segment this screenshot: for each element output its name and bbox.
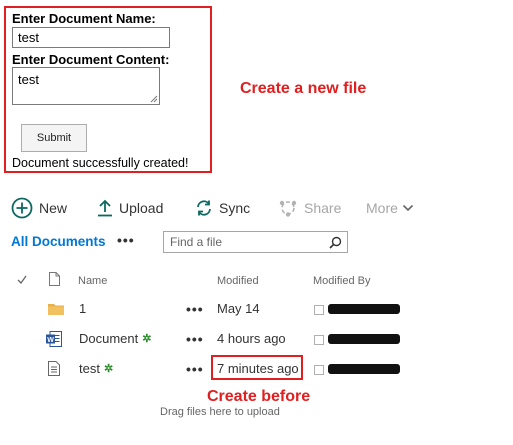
row-modified-by-checkbox[interactable] — [314, 365, 324, 375]
row-modified: 4 hours ago — [217, 331, 286, 346]
column-header-modified-by[interactable]: Modified By — [313, 275, 370, 287]
column-header-modified[interactable]: Modified — [217, 275, 259, 287]
text-file-icon — [48, 361, 60, 376]
new-label: New — [39, 200, 68, 216]
more-button[interactable]: More — [366, 200, 414, 216]
submit-button[interactable]: Submit — [21, 124, 87, 152]
view-options-button[interactable]: ••• — [117, 232, 135, 248]
share-icon — [278, 199, 298, 217]
new-button[interactable]: New — [11, 197, 67, 219]
row-actions-button[interactable]: ••• — [186, 361, 204, 377]
chevron-down-icon — [402, 203, 414, 213]
row-name-link[interactable]: 1 — [79, 301, 86, 316]
document-content-label: Enter Document Content: — [12, 52, 170, 67]
add-circle-icon — [11, 197, 33, 219]
document-content-value: test — [18, 72, 39, 87]
select-all-check-icon[interactable] — [17, 275, 27, 284]
upload-arrow-icon — [97, 199, 113, 217]
resize-grip-icon[interactable] — [150, 95, 158, 103]
table-row[interactable]: 1 ••• May 14 — [0, 298, 513, 320]
svg-text:W: W — [47, 337, 54, 344]
file-type-column-icon[interactable] — [49, 272, 60, 286]
row-name: test — [79, 361, 100, 376]
table-row[interactable]: W Document ✲ ••• 4 hours ago — [0, 328, 513, 350]
document-name-label: Enter Document Name: — [12, 11, 156, 26]
row-name-link[interactable]: Document ✲ — [79, 331, 151, 346]
sync-button[interactable]: Sync — [195, 199, 250, 217]
share-label: Share — [304, 200, 342, 216]
folder-icon — [48, 302, 64, 315]
row-name: 1 — [79, 301, 87, 316]
document-content-textarea[interactable]: test — [12, 67, 160, 105]
redacted-user-name — [328, 364, 400, 374]
search-box[interactable]: Find a file — [163, 231, 348, 253]
row-actions-button[interactable]: ••• — [186, 301, 204, 317]
row-modified-by-checkbox[interactable] — [314, 305, 324, 315]
search-input[interactable]: Find a file — [164, 235, 329, 249]
drag-upload-hint: Drag files here to upload — [160, 406, 280, 418]
more-label: More — [366, 200, 398, 216]
new-item-icon: ✲ — [142, 333, 152, 345]
column-header-name[interactable]: Name — [78, 275, 107, 287]
status-message: Document successfully created! — [12, 156, 189, 170]
search-icon[interactable] — [329, 236, 347, 249]
sync-icon — [195, 199, 213, 217]
upload-button[interactable]: Upload — [97, 199, 163, 217]
document-name-input[interactable]: test — [12, 27, 170, 48]
row-modified-by-checkbox[interactable] — [314, 335, 324, 345]
row-modified: May 14 — [217, 301, 260, 316]
share-button[interactable]: Share — [278, 199, 341, 217]
sync-label: Sync — [219, 200, 251, 216]
annotation-create-before: Create before — [207, 388, 311, 405]
upload-label: Upload — [119, 200, 164, 216]
annotation-create-new: Create a new file — [240, 80, 367, 97]
redacted-user-name — [328, 304, 400, 314]
view-selector[interactable]: All Documents — [11, 234, 106, 249]
word-doc-icon: W — [46, 331, 62, 347]
row-name: Document — [79, 331, 139, 346]
new-item-icon: ✲ — [103, 363, 114, 375]
redacted-user-name — [328, 334, 400, 344]
row-actions-button[interactable]: ••• — [186, 331, 204, 347]
annotation-highlight-box — [211, 355, 303, 380]
row-name-link[interactable]: test ✲ — [79, 361, 113, 376]
